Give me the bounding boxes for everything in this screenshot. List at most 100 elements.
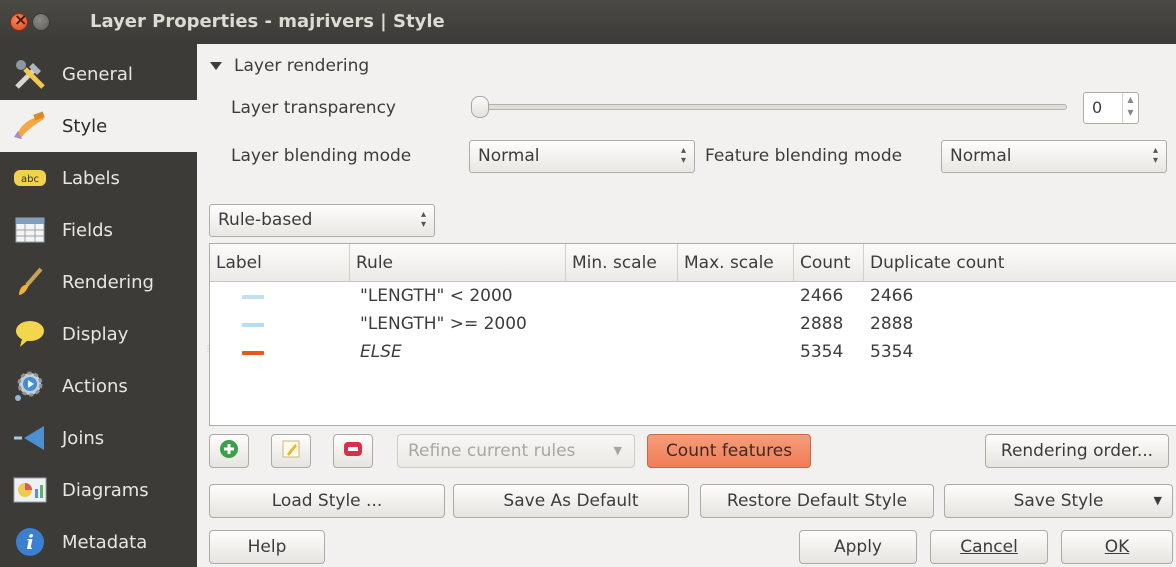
rule-cell: "LENGTH" >= 2000 — [360, 314, 527, 334]
duplicate-count-cell: 5354 — [870, 342, 914, 362]
sidebar-item-metadata[interactable]: i Metadata — [0, 516, 197, 567]
rule-cell: "LENGTH" < 2000 — [360, 286, 513, 306]
window-title: Layer Properties - majrivers | Style — [90, 11, 445, 32]
table-icon — [10, 212, 50, 248]
column-header-max-scale[interactable]: Max. scale — [678, 244, 794, 282]
layer-rendering-title: Layer rendering — [234, 56, 370, 76]
sidebar-item-label: Joins — [62, 427, 105, 449]
sidebar-item-labels[interactable]: abc Labels — [0, 152, 197, 204]
apply-button[interactable]: Apply — [799, 530, 917, 564]
column-header-rule[interactable]: Rule — [350, 244, 566, 282]
count-cell: 2466 — [800, 286, 844, 306]
abc-label-icon: abc — [10, 160, 50, 196]
gear-play-icon — [10, 368, 50, 404]
ok-label: OK — [1104, 537, 1130, 557]
window-titlebar: Layer Properties - majrivers | Style — [0, 0, 1176, 44]
sidebar-item-actions[interactable]: Actions — [0, 360, 197, 412]
transparency-spinbox[interactable]: 0 ▲ ▼ — [1083, 92, 1139, 124]
add-icon — [219, 439, 239, 464]
layer-blending-value: Normal — [478, 146, 540, 166]
layer-transparency-label: Layer transparency — [231, 98, 396, 118]
sidebar-item-label: Rendering — [62, 271, 154, 293]
count-cell: 5354 — [800, 342, 844, 362]
edit-rule-button[interactable] — [271, 434, 311, 468]
column-header-min-scale[interactable]: Min. scale — [566, 244, 678, 282]
cancel-button[interactable]: Cancel — [930, 530, 1048, 564]
count-cell: 2888 — [800, 314, 844, 334]
sidebar-item-label: Display — [62, 323, 129, 345]
load-style-button[interactable]: Load Style ... — [209, 484, 445, 518]
layer-blending-label: Layer blending mode — [231, 146, 412, 166]
table-header: Label Rule Min. scale Max. scale Count D… — [210, 244, 1176, 282]
symbol-swatch — [242, 351, 264, 355]
sidebar-item-label: Diagrams — [62, 479, 149, 501]
symbol-swatch — [242, 323, 264, 327]
window-minimize-button[interactable] — [32, 13, 50, 31]
renderer-select[interactable]: Rule-based ▴ ▾ — [209, 204, 435, 237]
layer-blending-select[interactable]: Normal ▴ ▾ — [469, 140, 695, 173]
duplicate-count-cell: 2888 — [870, 314, 914, 334]
sidebar-item-fields[interactable]: Fields — [0, 204, 197, 256]
column-header-label[interactable]: Label — [210, 244, 350, 282]
dropdown-arrow-icon: ▼ — [613, 444, 622, 457]
sidebar-item-rendering[interactable]: Rendering — [0, 256, 197, 308]
spin-arrows-icon[interactable]: ▲ ▼ — [1122, 93, 1138, 123]
sidebar-item-label: Style — [62, 115, 108, 137]
sidebar-item-general[interactable]: General — [0, 48, 197, 100]
rendering-order-button[interactable]: Rendering order... — [985, 434, 1169, 468]
sidebar-item-label: Fields — [62, 219, 113, 241]
svg-text:i: i — [26, 530, 34, 554]
brush-icon — [10, 264, 50, 300]
window-close-button[interactable] — [10, 10, 28, 31]
transparency-slider-track[interactable] — [480, 104, 1067, 110]
transparency-value: 0 — [1092, 98, 1103, 117]
table-row[interactable]: "LENGTH" < 2000 2466 2466 — [210, 284, 1176, 312]
sidebar: General Style abc Labels Fields Renderin… — [0, 44, 197, 567]
refine-rules-button[interactable]: Refine current rules ▼ — [397, 434, 635, 468]
splitter-grip[interactable]: ⋮ — [204, 344, 212, 364]
rule-cell: ELSE — [360, 342, 402, 362]
combo-arrows-icon: ▴ ▾ — [420, 209, 426, 230]
sidebar-item-display[interactable]: Display — [0, 308, 197, 360]
table-row[interactable]: ELSE 5354 5354 — [210, 340, 1176, 368]
count-features-button[interactable]: Count features — [647, 434, 811, 468]
column-header-count[interactable]: Count — [794, 244, 864, 282]
collapse-triangle-icon[interactable] — [210, 62, 222, 70]
feature-blending-label: Feature blending mode — [705, 146, 903, 166]
sidebar-item-label: Labels — [62, 167, 120, 189]
ok-button[interactable]: OK — [1061, 530, 1173, 564]
combo-arrows-icon: ▴ ▾ — [1152, 145, 1158, 166]
refine-rules-label: Refine current rules — [408, 441, 576, 461]
symbol-swatch — [242, 295, 264, 299]
feature-blending-select[interactable]: Normal ▴ ▾ — [941, 140, 1167, 173]
cancel-label: Cancel — [960, 537, 1018, 557]
pencil-icon — [281, 439, 301, 464]
transparency-slider-handle[interactable] — [471, 96, 489, 118]
add-rule-button[interactable] — [209, 434, 249, 468]
tools-icon — [10, 56, 50, 92]
info-icon: i — [10, 524, 50, 560]
layer-rendering-header[interactable]: Layer rendering — [210, 56, 369, 76]
diagram-icon — [10, 472, 50, 508]
dropdown-arrow-icon: ▼ — [1153, 494, 1162, 507]
sidebar-item-label: Metadata — [62, 531, 148, 553]
sidebar-item-diagrams[interactable]: Diagrams — [0, 464, 197, 516]
paintbrush-icon — [10, 108, 50, 144]
remove-icon — [343, 441, 363, 462]
table-row[interactable]: "LENGTH" >= 2000 2888 2888 — [210, 312, 1176, 340]
speech-bubble-icon — [10, 316, 50, 352]
save-style-button[interactable]: Save Style ▼ — [944, 484, 1173, 518]
sidebar-item-label: Actions — [62, 375, 128, 397]
duplicate-count-cell: 2466 — [870, 286, 914, 306]
save-as-default-button[interactable]: Save As Default — [453, 484, 689, 518]
sidebar-item-style[interactable]: Style — [0, 100, 197, 152]
column-header-duplicate-count[interactable]: Duplicate count — [864, 244, 1176, 282]
save-style-label: Save Style — [1013, 491, 1104, 511]
combo-arrows-icon: ▴ ▾ — [680, 145, 686, 166]
svg-text:abc: abc — [21, 174, 39, 185]
remove-rule-button[interactable] — [333, 434, 373, 468]
rules-table[interactable]: Label Rule Min. scale Max. scale Count D… — [204, 243, 1176, 426]
help-button[interactable]: Help — [209, 530, 325, 564]
sidebar-item-joins[interactable]: Joins — [0, 412, 197, 464]
restore-default-style-button[interactable]: Restore Default Style — [700, 484, 934, 518]
